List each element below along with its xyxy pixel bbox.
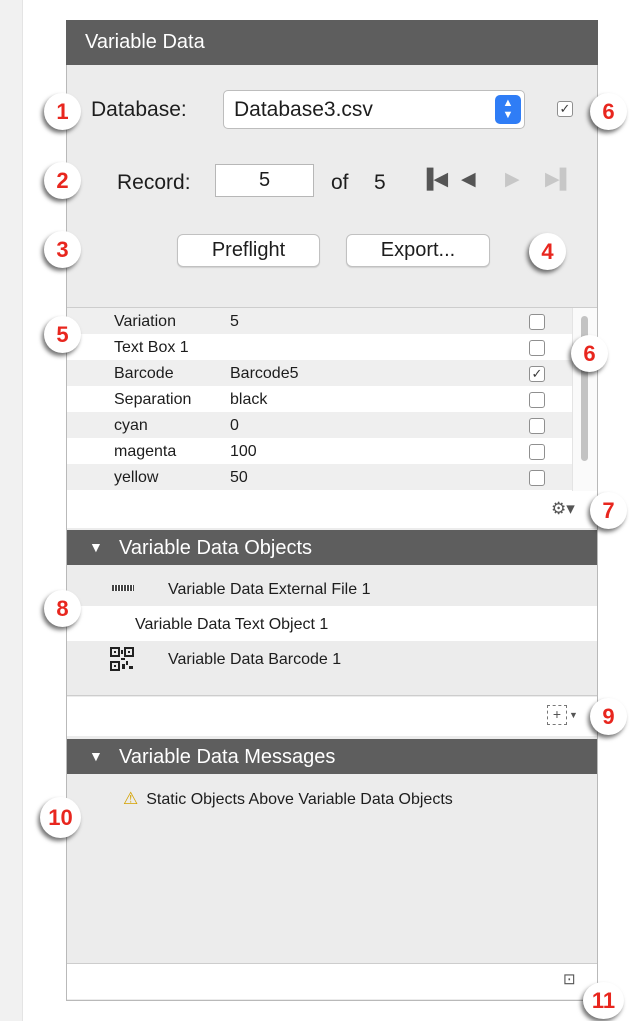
table-row[interactable]: Text Box 1 (67, 334, 597, 360)
messages-list: ⚠ Static Objects Above Variable Data Obje… (67, 783, 597, 964)
qr-code-icon (110, 647, 134, 671)
field-checkbox[interactable]: ✓ (529, 366, 545, 382)
objects-section-title: Variable Data Objects (119, 537, 313, 559)
field-checkbox[interactable] (529, 392, 545, 408)
database-label: Database: (91, 98, 187, 121)
last-record-icon[interactable]: ▶▌ (545, 168, 573, 191)
field-value: 0 (230, 417, 239, 434)
callout-marker: 6 (590, 93, 627, 130)
messages-section-header[interactable]: ▼ Variable Data Messages (67, 739, 597, 774)
record-of-label: of (331, 171, 349, 194)
first-record-icon[interactable]: ▐◀ (420, 168, 448, 191)
messages-section-title: Variable Data Messages (119, 746, 336, 768)
field-value: Barcode5 (230, 365, 299, 382)
previous-record-icon[interactable]: ◀ (461, 168, 476, 191)
callout-marker: 4 (529, 233, 566, 270)
table-row[interactable]: cyan 0 (67, 412, 597, 438)
field-value: 50 (230, 469, 248, 486)
field-value: 100 (230, 443, 257, 460)
table-row[interactable]: Barcode Barcode5 ✓ (67, 360, 597, 386)
export-button[interactable]: Export... (346, 234, 490, 267)
field-checkbox[interactable] (529, 444, 545, 460)
field-value: black (230, 391, 268, 408)
field-checkbox[interactable] (529, 314, 545, 330)
record-total: 5 (374, 171, 386, 194)
left-edge-strip (0, 0, 23, 1021)
dropdown-arrow-icon[interactable]: ▼ (569, 710, 578, 720)
table-row[interactable]: magenta 100 (67, 438, 597, 464)
objects-section-header[interactable]: ▼ Variable Data Objects (67, 530, 597, 565)
callout-marker: 3 (44, 231, 81, 268)
table-toolbar: ⚙▾ (67, 491, 597, 528)
callout-marker: 5 (44, 316, 81, 353)
messages-toolbar: ⊡ (67, 964, 597, 999)
preflight-button[interactable]: Preflight (177, 234, 320, 267)
external-file-icon (112, 585, 134, 591)
field-checkbox[interactable] (529, 418, 545, 434)
object-name: Variable Data Barcode 1 (168, 651, 342, 668)
database-select[interactable]: Database3.csv ▲ ▼ (223, 90, 525, 129)
list-item[interactable]: Variable Data External File 1 (67, 571, 597, 606)
warning-icon: ⚠ (123, 789, 139, 808)
message-text: Static Objects Above Variable Data Objec… (146, 791, 453, 808)
add-object-icon[interactable]: + (547, 705, 567, 725)
callout-marker: 6 (571, 335, 608, 372)
table-row[interactable]: yellow 50 (67, 464, 597, 490)
field-name: yellow (114, 469, 159, 486)
callout-marker: 1 (44, 93, 81, 130)
database-select-value: Database3.csv (234, 98, 373, 121)
field-name: Barcode (114, 365, 174, 382)
select-stepper-icon: ▲ ▼ (495, 95, 521, 124)
field-name: Text Box 1 (114, 339, 189, 356)
objects-toolbar: + ▼ (67, 697, 597, 736)
record-label: Record: (117, 171, 191, 194)
field-checkbox[interactable] (529, 340, 545, 356)
field-name: Variation (114, 313, 176, 330)
callout-marker: 10 (40, 797, 81, 838)
callout-marker: 11 (583, 982, 624, 1019)
field-name: cyan (114, 417, 148, 434)
disclosure-triangle-icon[interactable]: ▼ (89, 539, 119, 555)
list-item[interactable]: Variable Data Barcode 1 (67, 641, 597, 676)
panel-title: Variable Data (66, 20, 598, 65)
database-show-checkbox[interactable]: ✓ (557, 101, 573, 117)
next-record-icon[interactable]: ▶ (505, 168, 520, 191)
zoom-icon[interactable]: ⊡ (563, 970, 576, 988)
table-row[interactable]: Separation black (67, 386, 597, 412)
objects-list: Variable Data External File 1 Variable D… (67, 571, 597, 696)
callout-marker: 2 (44, 162, 81, 199)
callout-marker: 7 (590, 492, 627, 529)
record-number-input[interactable]: 5 (215, 164, 314, 197)
field-value: 5 (230, 313, 239, 330)
object-name: Variable Data External File 1 (168, 581, 371, 598)
message-item[interactable]: ⚠ Static Objects Above Variable Data Obje… (123, 789, 453, 809)
gear-icon[interactable]: ⚙▾ (551, 499, 575, 519)
field-table: Variation 5 Text Box 1 Barcode Barcode5 … (67, 307, 597, 492)
field-checkbox[interactable] (529, 470, 545, 486)
object-name: Variable Data Text Object 1 (135, 616, 329, 633)
field-name: Separation (114, 391, 192, 408)
field-name: magenta (114, 443, 177, 460)
disclosure-triangle-icon[interactable]: ▼ (89, 748, 119, 764)
callout-marker: 8 (44, 590, 81, 627)
table-row[interactable]: Variation 5 (67, 308, 597, 334)
callout-marker: 9 (590, 698, 627, 735)
list-item[interactable]: Variable Data Text Object 1 (67, 606, 597, 641)
